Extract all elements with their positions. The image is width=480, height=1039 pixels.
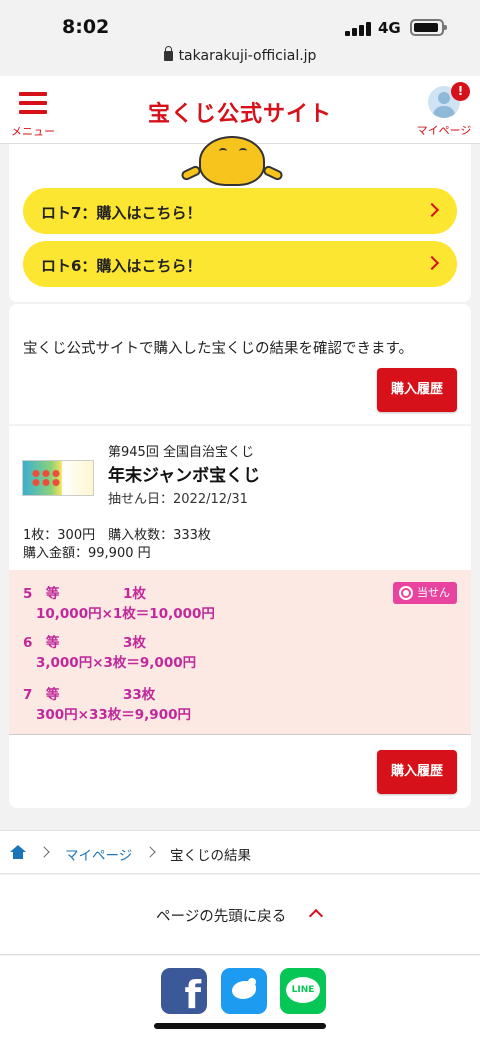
ticket-thumbnail	[22, 460, 94, 496]
purchase-history-button[interactable]: 購入履歴	[377, 750, 457, 794]
lottery-round: 第945回 全国自治宝くじ	[108, 445, 254, 460]
result-calc: 10,000円×1枚＝10,000円	[36, 606, 215, 622]
winning-results: 当せん 5 等 1枚 10,000円×1枚＝10,000円 6 等 3枚 3,0…	[9, 570, 471, 734]
mypage-label: マイページ	[416, 124, 472, 137]
draw-date: 抽せん日：2022/12/31	[108, 492, 248, 507]
result-grade: 6 等	[23, 635, 60, 651]
breadcrumb-current: 宝くじの結果	[170, 848, 251, 864]
back-to-top-button[interactable]: ページの先頭に戻る	[0, 875, 480, 955]
status-time: 8:02	[62, 16, 110, 38]
line-share-button[interactable]: LINE	[280, 968, 326, 1014]
facebook-share-button[interactable]: f	[161, 968, 207, 1014]
result-count: 33枚	[123, 687, 156, 703]
lotto-purchase-card: ロト7：購入はこちら！ ロト6：購入はこちら！	[9, 136, 471, 302]
result-count: 1枚	[123, 586, 146, 602]
signal-icon	[345, 20, 371, 36]
result-grade: 5 等	[23, 586, 60, 602]
site-header: メニュー 宝くじ公式サイト ! マイページ	[0, 76, 480, 144]
chevron-right-icon	[144, 846, 156, 858]
breadcrumb: マイページ 宝くじの結果	[0, 830, 480, 874]
loto7-label: ロト7：購入はこちら！	[41, 204, 202, 222]
mascot-illustration	[179, 136, 301, 188]
chevron-up-icon	[308, 908, 324, 924]
loto6-label: ロト6：購入はこちら！	[41, 257, 202, 275]
twitter-icon	[232, 978, 256, 999]
mypage-button[interactable]: ! マイページ	[416, 82, 472, 142]
site-logo[interactable]: 宝くじ公式サイト	[0, 96, 480, 128]
info-description: 宝くじ公式サイトで購入した宝くじの結果を確認できます。	[23, 341, 414, 357]
home-icon[interactable]	[10, 845, 26, 859]
breadcrumb-mypage-link[interactable]: マイページ	[65, 844, 132, 864]
result-grade: 7 等	[23, 687, 60, 703]
lock-icon	[163, 46, 173, 61]
purchase-count: 1枚：300円 購入枚数：333枚	[23, 528, 211, 543]
battery-icon	[410, 19, 447, 36]
divider	[9, 734, 471, 735]
result-count: 3枚	[123, 635, 146, 651]
back-to-top-label: ページの先頭に戻る	[156, 909, 287, 925]
url-text: takarakuji-official.jp	[178, 48, 317, 64]
lottery-name: 年末ジャンボ宝くじ	[108, 466, 261, 486]
status-bar: 8:02 4G	[0, 0, 480, 48]
purchase-amount: 購入金額：99,900 円	[23, 546, 151, 561]
purchase-info: 1枚：300円 購入枚数：333枚 購入金額：99,900 円	[23, 527, 211, 563]
win-badge-label: 当せん	[417, 586, 450, 599]
home-indicator[interactable]	[154, 1023, 326, 1029]
loto7-purchase-button[interactable]: ロト7：購入はこちら！	[23, 188, 457, 234]
lottery-result-card: 第945回 全国自治宝くじ 年末ジャンボ宝くじ 抽せん日：2022/12/31 …	[9, 426, 471, 808]
chevron-right-icon	[38, 846, 50, 858]
win-badge: 当せん	[393, 582, 457, 604]
notification-badge: !	[451, 82, 470, 101]
info-card: 宝くじ公式サイトで購入した宝くじの結果を確認できます。 購入履歴	[9, 304, 471, 424]
target-icon	[399, 586, 413, 600]
network-type: 4G	[378, 19, 401, 37]
result-calc: 3,000円×3枚＝9,000円	[36, 655, 197, 671]
chevron-right-icon	[424, 202, 440, 218]
url-bar[interactable]: takarakuji-official.jp	[0, 46, 480, 76]
loto6-purchase-button[interactable]: ロト6：購入はこちら！	[23, 241, 457, 287]
facebook-icon: f	[184, 973, 201, 1014]
purchase-history-button[interactable]: 購入履歴	[377, 368, 457, 412]
result-calc: 300円×33枚＝9,900円	[36, 707, 191, 723]
chevron-right-icon	[424, 255, 440, 271]
line-icon: LINE	[286, 977, 320, 1003]
twitter-share-button[interactable]	[221, 968, 267, 1014]
